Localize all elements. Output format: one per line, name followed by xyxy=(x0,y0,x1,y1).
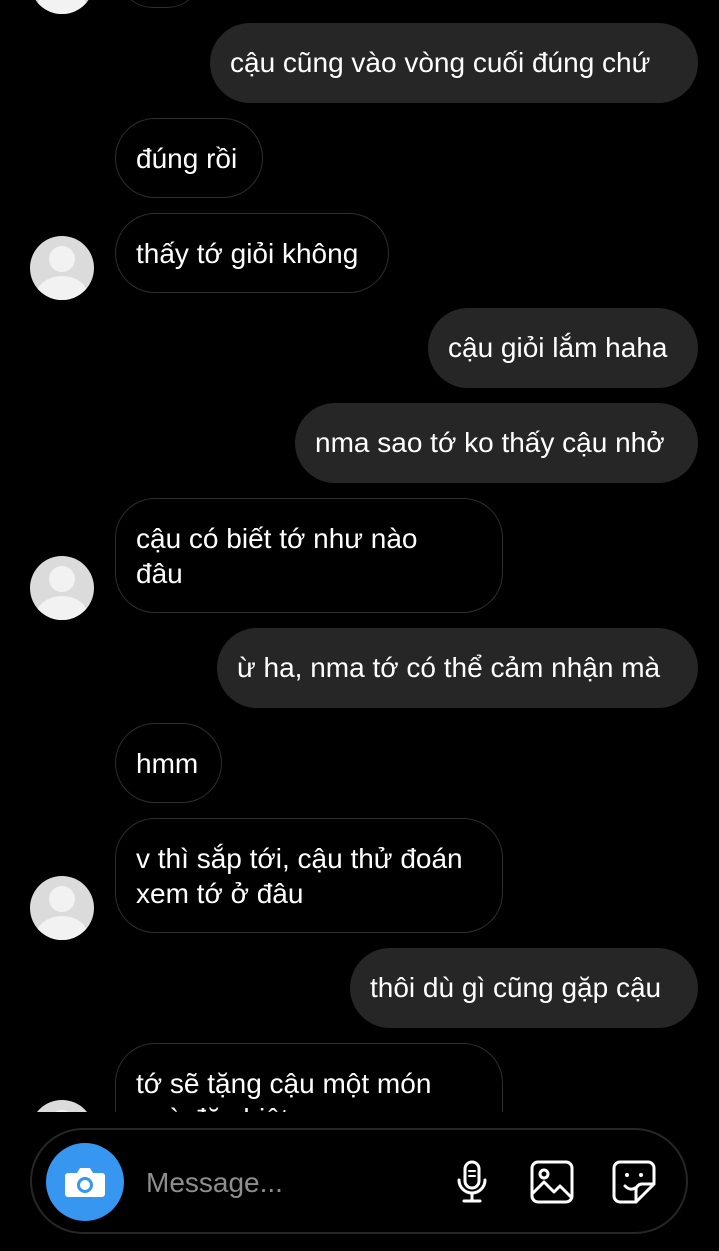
message-text: cậu giỏi lắm haha xyxy=(448,332,668,363)
message-bubble-outgoing[interactable]: cậu cũng vào vòng cuối đúng chứ xyxy=(210,23,698,103)
chat-thread: cậu cũng vào vòng cuối đúng chứ đúng rồi… xyxy=(0,0,719,1112)
message-text: nma sao tớ ko thấy cậu nhở xyxy=(315,427,665,458)
message-input[interactable]: Message... xyxy=(146,1166,283,1200)
message-bubble-incoming[interactable]: v thì sắp tới, cậu thử đoán xem tớ ở đâu xyxy=(115,818,503,933)
message-text: ừ ha, nma tớ có thể cảm nhận mà xyxy=(237,652,661,683)
message-text: hmm xyxy=(136,748,199,779)
message-bubble-outgoing[interactable]: nma sao tớ ko thấy cậu nhở xyxy=(295,403,698,483)
message-text: thấy tớ giỏi không xyxy=(136,238,359,269)
message-bubble-incoming[interactable]: thấy tớ giỏi không xyxy=(115,213,389,293)
message-text: đúng rồi xyxy=(136,143,238,174)
contact-avatar[interactable] xyxy=(30,236,94,300)
sticker-icon[interactable] xyxy=(610,1158,658,1206)
message-bubble-outgoing[interactable]: ừ ha, nma tớ có thể cảm nhận mà xyxy=(217,628,698,708)
message-bubble-outgoing[interactable]: thôi dù gì cũng gặp cậu xyxy=(350,948,698,1028)
message-bubble-incoming[interactable]: hmm xyxy=(115,723,222,803)
microphone-icon[interactable] xyxy=(448,1158,496,1206)
message-bubble-outgoing[interactable]: cậu giỏi lắm haha xyxy=(428,308,698,388)
contact-avatar[interactable] xyxy=(30,0,94,14)
message-bubble-incoming[interactable]: tớ sẽ tặng cậu một món quà đặc biệt xyxy=(115,1043,503,1112)
message-bubble-incoming[interactable]: cậu có biết tớ như nào đâu xyxy=(115,498,503,613)
camera-icon xyxy=(65,1168,105,1197)
contact-avatar[interactable] xyxy=(30,1100,94,1112)
message-text: cậu cũng vào vòng cuối đúng chứ xyxy=(230,47,651,78)
message-text: thôi dù gì cũng gặp cậu xyxy=(370,972,662,1003)
message-bubble-incoming[interactable] xyxy=(115,0,205,8)
message-text: cậu có biết tớ như nào đâu xyxy=(136,523,418,589)
message-composer: Message... xyxy=(30,1128,688,1234)
message-text: tớ sẽ tặng cậu một món quà đặc biệt xyxy=(136,1068,432,1112)
contact-avatar[interactable] xyxy=(30,876,94,940)
gallery-icon[interactable] xyxy=(528,1158,576,1206)
camera-button[interactable] xyxy=(46,1143,124,1221)
contact-avatar[interactable] xyxy=(30,556,94,620)
message-text: v thì sắp tới, cậu thử đoán xem tớ ở đâu xyxy=(136,843,463,909)
message-bubble-incoming[interactable]: đúng rồi xyxy=(115,118,263,198)
